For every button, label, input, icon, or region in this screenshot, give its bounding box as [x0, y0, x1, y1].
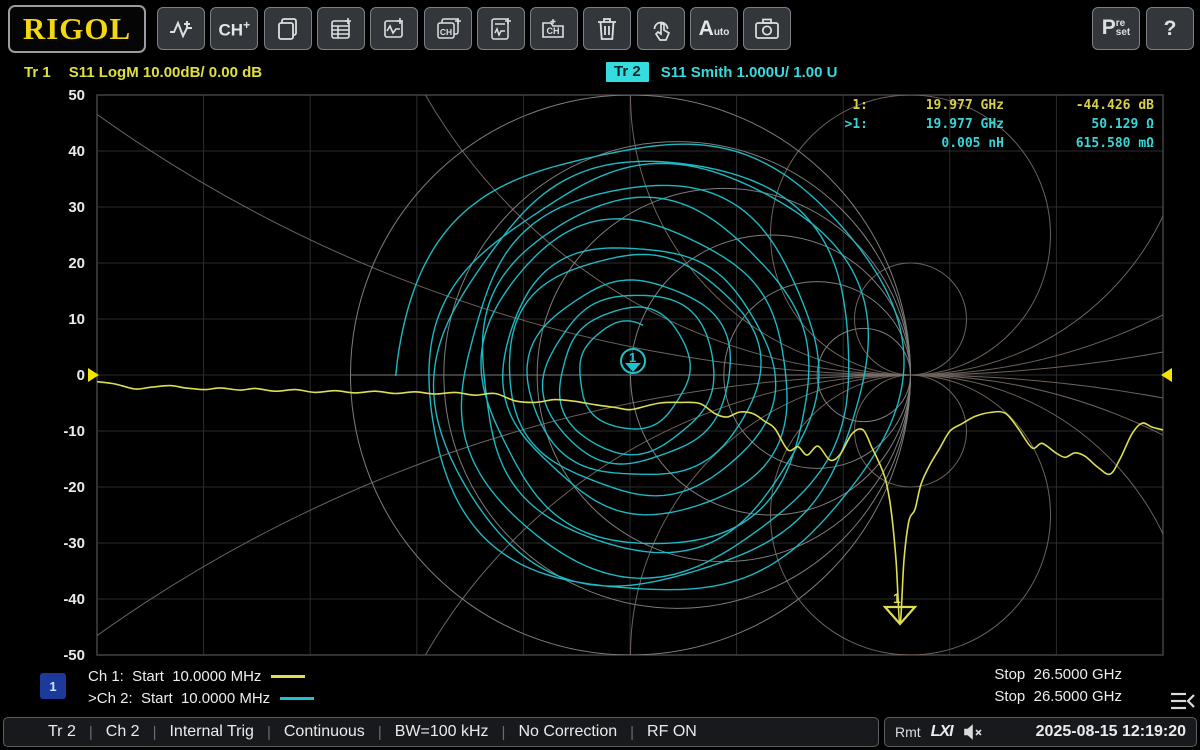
status-divider: |: [153, 724, 157, 741]
channel-start-label: Ch 1: Start 10.0000 MHz: [88, 668, 261, 685]
status-item[interactable]: Tr 2: [48, 723, 76, 741]
status-item[interactable]: RF ON: [647, 723, 697, 741]
trace1-marker1-label: 1: [893, 590, 901, 606]
remote-indicator: Rmt: [895, 724, 921, 740]
channel-stop-label: Stop 26.5000 GHz: [994, 666, 1122, 687]
status-left-segment: Tr 2 | Ch 2 | Internal Trig | Continuous | BW=10…: [3, 717, 879, 747]
marker-label: [826, 134, 868, 153]
svg-text:-30: -30: [63, 535, 85, 552]
svg-text:30: 30: [68, 199, 85, 216]
channel-info: 1 Ch 1: Start 10.0000 MHz >Ch 2: Start 10…: [0, 662, 1200, 714]
status-right-segment: Rmt LXI 2025-08-15 12:19:20: [884, 717, 1197, 747]
mute-icon[interactable]: [963, 724, 983, 740]
channel-stop-label: Stop 26.5000 GHz: [994, 688, 1122, 709]
marker-frequency: 0.005 nH: [868, 134, 1004, 153]
marker-value: 50.129 Ω: [1004, 115, 1154, 134]
marker-value: -44.426 dB: [1004, 96, 1154, 115]
marker-label: 1:: [826, 96, 868, 115]
status-item[interactable]: Internal Trig: [169, 723, 253, 741]
status-item[interactable]: BW=100 kHz: [395, 723, 489, 741]
status-divider: |: [378, 724, 382, 741]
svg-text:40: 40: [68, 143, 85, 160]
status-divider: |: [89, 724, 93, 741]
datetime[interactable]: 2025-08-15 12:19:20: [1036, 723, 1186, 741]
svg-text:-20: -20: [63, 479, 85, 496]
status-item[interactable]: No Correction: [518, 723, 617, 741]
status-bar: Tr 2 | Ch 2 | Internal Trig | Continuous | BW=10…: [0, 716, 1200, 750]
marker-label: >1:: [826, 115, 868, 134]
status-divider: |: [630, 724, 634, 741]
svg-text:-10: -10: [63, 423, 85, 440]
menu-collapse-icon: [1168, 690, 1196, 712]
channel-row[interactable]: Ch 1: Start 10.0000 MHz: [88, 666, 305, 687]
svg-text:50: 50: [68, 87, 85, 104]
svg-text:-40: -40: [63, 591, 85, 608]
channel-start-label: >Ch 2: Start 10.0000 MHz: [88, 690, 270, 707]
marker-frequency: 19.977 GHz: [868, 115, 1004, 134]
svg-text:20: 20: [68, 255, 85, 272]
status-divider: |: [502, 724, 506, 741]
svg-text:0: 0: [77, 367, 85, 384]
menu-collapse-button[interactable]: [1166, 688, 1198, 714]
channel-select-badge[interactable]: 1: [40, 673, 66, 699]
marker-value: 615.580 mΩ: [1004, 134, 1154, 153]
trace2-marker1-label: 1: [629, 350, 636, 365]
marker-readout-row: >1:19.977 GHz50.129 Ω: [826, 115, 1154, 134]
y-axis-labels: 50403020100-10-20-30-40-50: [63, 87, 85, 664]
status-item[interactable]: Continuous: [284, 723, 365, 741]
trace-color-swatch: [280, 697, 314, 700]
lxi-indicator: LXI: [931, 723, 953, 741]
marker-frequency: 19.977 GHz: [868, 96, 1004, 115]
marker-readout: 1:19.977 GHz-44.426 dB>1:19.977 GHz50.12…: [826, 96, 1154, 153]
marker-readout-row: 1:19.977 GHz-44.426 dB: [826, 96, 1154, 115]
vna-screen: RIGOL CH+CHCHAuto P reset ? Tr 1 S11 Log…: [0, 0, 1200, 750]
status-item[interactable]: Ch 2: [106, 723, 140, 741]
channel-row[interactable]: >Ch 2: Start 10.0000 MHz: [88, 688, 314, 709]
trace-color-swatch: [271, 675, 305, 678]
status-divider: |: [267, 724, 271, 741]
marker-readout-row: 0.005 nH615.580 mΩ: [826, 134, 1154, 153]
svg-text:10: 10: [68, 311, 85, 328]
trace2-smith: [396, 144, 904, 590]
